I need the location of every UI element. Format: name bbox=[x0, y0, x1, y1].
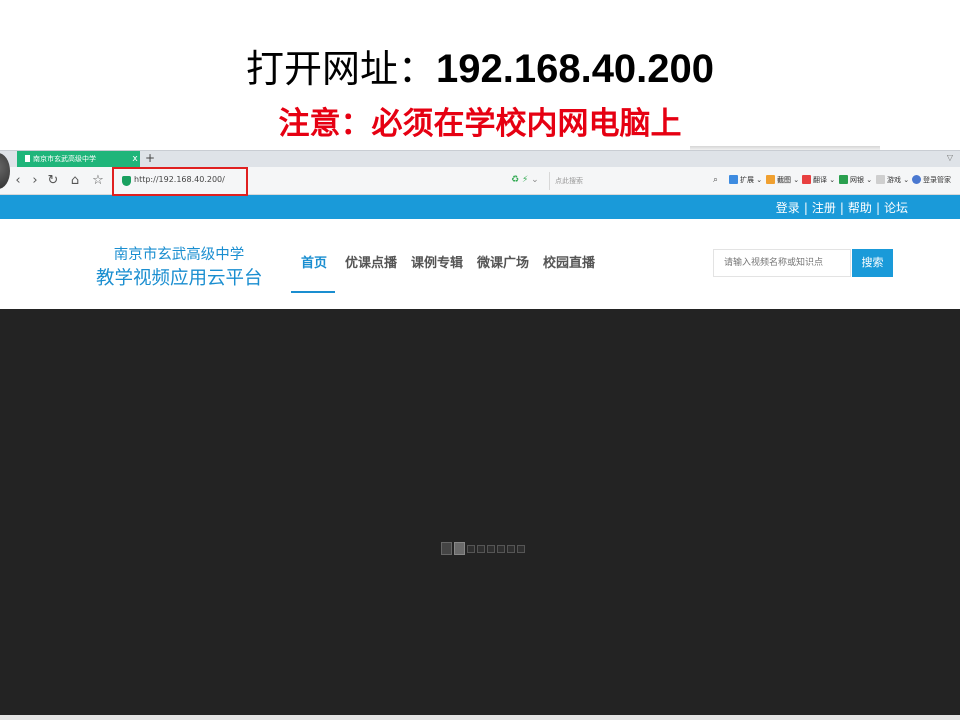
nav-item-home[interactable]: 首页 bbox=[301, 252, 327, 271]
refresh-icon[interactable]: ↻ bbox=[45, 171, 61, 191]
forward-icon[interactable]: › bbox=[27, 171, 43, 191]
loading-dot bbox=[441, 542, 452, 555]
tab-close-button[interactable]: x bbox=[130, 151, 140, 167]
loading-indicator bbox=[441, 538, 527, 555]
home-icon[interactable]: ⌂ bbox=[67, 171, 83, 191]
login-link[interactable]: 登录 bbox=[776, 201, 800, 215]
loading-dot bbox=[517, 544, 525, 553]
loading-dot bbox=[487, 544, 495, 553]
page-icon bbox=[25, 155, 30, 162]
nav-item-micro-course[interactable]: 微课广场 bbox=[477, 252, 529, 271]
extension-item[interactable]: 翻译 ⌄ bbox=[802, 175, 835, 185]
slide-title-prefix: 打开网址： bbox=[245, 47, 436, 91]
back-icon[interactable]: ‹ bbox=[10, 171, 26, 191]
bookmark-star-icon[interactable]: ☆ bbox=[90, 171, 106, 191]
url-status-icons[interactable]: ♻ ⚡ ⌄ bbox=[511, 175, 539, 185]
slide-title: 打开网址：192.168.40.200 bbox=[0, 38, 960, 93]
separator: | bbox=[839, 201, 844, 215]
url-highlight-box bbox=[112, 167, 248, 196]
login-manager-icon bbox=[912, 175, 921, 184]
nav-item-lesson-album[interactable]: 课例专辑 bbox=[411, 252, 463, 271]
extension-item[interactable]: 游戏 ⌄ bbox=[876, 175, 909, 185]
loading-dot bbox=[477, 544, 485, 553]
translate-icon bbox=[802, 175, 811, 184]
help-link[interactable]: 帮助 bbox=[848, 201, 872, 215]
quick-search-input[interactable]: 点此搜索 bbox=[555, 176, 583, 186]
bank-icon bbox=[839, 175, 848, 184]
tab-menu-icon[interactable]: ▽ bbox=[944, 152, 956, 164]
logo-school-name[interactable]: 南京市玄武高级中学 bbox=[96, 243, 262, 264]
nav-item-campus-live[interactable]: 校园直播 bbox=[543, 252, 595, 271]
slide-title-address: 192.168.40.200 bbox=[435, 47, 715, 91]
loading-dot bbox=[467, 544, 475, 553]
video-player[interactable] bbox=[0, 309, 960, 715]
active-nav-underline bbox=[291, 291, 335, 293]
video-search-input[interactable] bbox=[713, 249, 851, 277]
loading-dot bbox=[507, 544, 515, 553]
dropdown-icon[interactable]: ⌄ bbox=[531, 175, 539, 185]
search-button[interactable]: 搜索 bbox=[852, 249, 893, 277]
extensions-icon bbox=[729, 175, 738, 184]
register-link[interactable]: 注册 bbox=[812, 201, 836, 215]
extension-item[interactable]: 截图 ⌄ bbox=[766, 175, 799, 185]
loading-dot bbox=[454, 542, 465, 555]
separator: | bbox=[875, 201, 880, 215]
extension-item[interactable]: 网银 ⌄ bbox=[839, 175, 872, 185]
top-links: 登录 | 注册 | 帮助 | 论坛 bbox=[774, 199, 910, 216]
new-tab-button[interactable]: + bbox=[144, 150, 156, 166]
forum-link[interactable]: 论坛 bbox=[884, 201, 908, 215]
slide-subtitle: 注意：必须在学校内网电脑上 bbox=[278, 106, 682, 142]
game-icon bbox=[876, 175, 885, 184]
page-bottom-strip bbox=[0, 715, 960, 720]
nav-item-course-vod[interactable]: 优课点播 bbox=[345, 252, 397, 271]
logo-platform-name[interactable]: 教学视频应用云平台 bbox=[96, 264, 263, 290]
extension-item[interactable]: 登录管家 bbox=[912, 175, 951, 185]
lightning-icon[interactable]: ⚡ bbox=[522, 175, 528, 185]
screenshot-icon bbox=[766, 175, 775, 184]
extension-item[interactable]: 扩展 ⌄ bbox=[729, 175, 762, 185]
browser-tab-title: 南京市玄武高级中学 bbox=[33, 155, 96, 163]
search-icon[interactable]: ⌕ bbox=[713, 175, 718, 185]
separator: | bbox=[803, 201, 808, 215]
recycle-icon[interactable]: ♻ bbox=[511, 175, 519, 185]
loading-dot bbox=[497, 544, 505, 553]
browser-tab[interactable]: 南京市玄武高级中学 bbox=[17, 151, 140, 167]
toolbar-divider bbox=[549, 172, 550, 190]
